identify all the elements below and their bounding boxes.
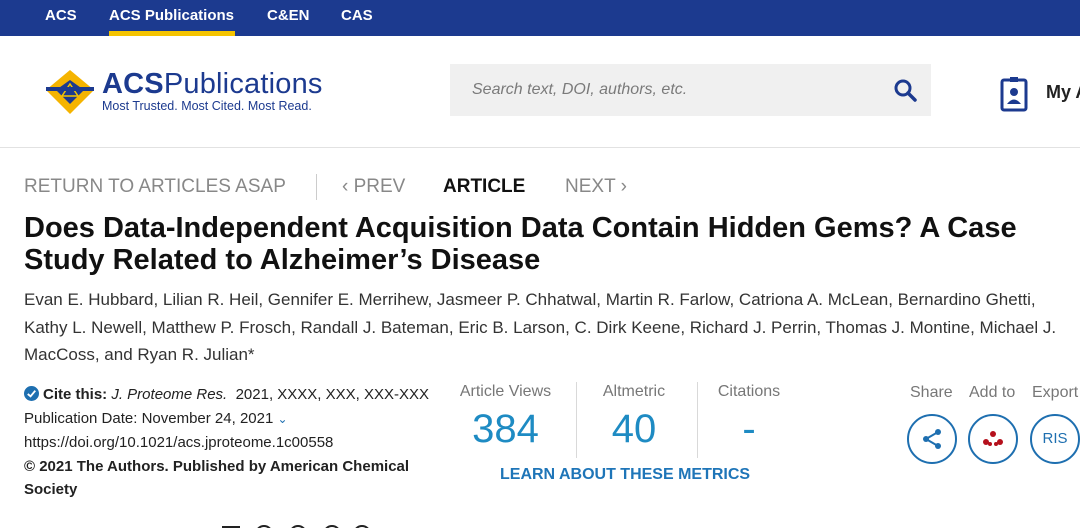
citations-value: - <box>742 407 756 451</box>
logo-tagline: Most Trusted. Most Cited. Most Read. <box>102 99 312 113</box>
search-input[interactable] <box>450 64 870 116</box>
nav-divider <box>316 174 317 200</box>
article-title: Does Data-Independent Acquisition Data C… <box>24 212 1017 276</box>
logo-title-rest: Publications <box>163 68 323 100</box>
add-to-mendeley-button[interactable] <box>968 414 1018 464</box>
learn-about-metrics-link[interactable]: LEARN ABOUT THESE METRICS <box>500 466 750 484</box>
ris-label: RIS <box>1042 430 1068 447</box>
article-views-value: 384 <box>472 407 539 451</box>
cite-this-label[interactable]: Cite this: <box>43 386 107 403</box>
current-article-label: ARTICLE <box>443 176 526 197</box>
publication-date[interactable]: Publication Date: November 24, 2021 ⌄ <box>24 407 434 432</box>
partial-icons <box>222 525 369 528</box>
publication-date-text: Publication Date: November 24, 2021 <box>24 409 274 427</box>
return-to-articles-link[interactable]: RETURN TO ARTICLES ASAP <box>24 176 286 198</box>
article-views-metric: Article Views 384 <box>453 383 558 452</box>
account-badge-icon <box>1000 77 1028 112</box>
topnav-acs-publications[interactable]: ACS Publications <box>109 7 234 24</box>
altmetric-label: Altmetric <box>602 383 666 400</box>
copyright-notice: © 2021 The Authors. Published by America… <box>24 457 410 499</box>
chevron-down-icon: ⌄ <box>277 411 288 426</box>
citations-label: Citations <box>717 383 781 400</box>
topnav-cas[interactable]: CAS <box>341 7 373 24</box>
citation-block: Cite this: J. Proteome Res. 2021, XXXX, … <box>24 383 434 502</box>
metric-divider <box>697 382 698 458</box>
logo-title-bold: ACS <box>102 68 164 100</box>
topnav-cen[interactable]: C&EN <box>267 7 310 24</box>
add-to-label: Add to <box>969 384 1016 401</box>
topnav-acs[interactable]: ACS <box>45 7 77 24</box>
article-views-label: Article Views <box>459 383 552 400</box>
altmetric-value: 40 <box>611 407 657 451</box>
share-button[interactable] <box>907 414 957 464</box>
altmetric-metric[interactable]: Altmetric 40 <box>590 383 678 452</box>
mendeley-icon <box>983 431 1003 446</box>
share-label: Share <box>910 384 953 401</box>
verified-check-icon <box>24 386 39 401</box>
site-header: ACSPublications Most Trusted. Most Cited… <box>0 36 1080 148</box>
prev-article-link[interactable]: ‹ PREV <box>342 176 405 198</box>
search-icon[interactable] <box>893 78 917 102</box>
export-label: Export <box>1032 384 1079 401</box>
article-authors[interactable]: Evan E. Hubbard, Lilian R. Heil, Gennife… <box>24 286 1074 369</box>
next-article-link[interactable]: NEXT › <box>565 176 627 198</box>
top-nav-bar: ACS ACS Publications C&EN CAS <box>0 0 1080 36</box>
metric-divider <box>576 382 577 458</box>
my-account-link[interactable]: My A <box>1000 76 1080 117</box>
journal-name: J. Proteome Res. <box>111 386 228 403</box>
citation-reference: 2021, XXXX, XXX, XXX-XXX <box>235 386 430 403</box>
doi-link[interactable]: https://doi.org/10.1021/acs.jproteome.1c… <box>24 431 434 455</box>
acs-emblem-icon <box>46 70 94 114</box>
share-icon <box>923 429 941 449</box>
my-account-label: My A <box>1046 82 1080 102</box>
search-bar <box>450 64 931 116</box>
citations-metric: Citations - <box>710 383 788 452</box>
export-ris-button[interactable]: RIS <box>1030 414 1080 464</box>
bottom-icon-row <box>222 521 372 528</box>
acs-publications-logo[interactable]: ACSPublications Most Trusted. Most Cited… <box>44 68 344 118</box>
